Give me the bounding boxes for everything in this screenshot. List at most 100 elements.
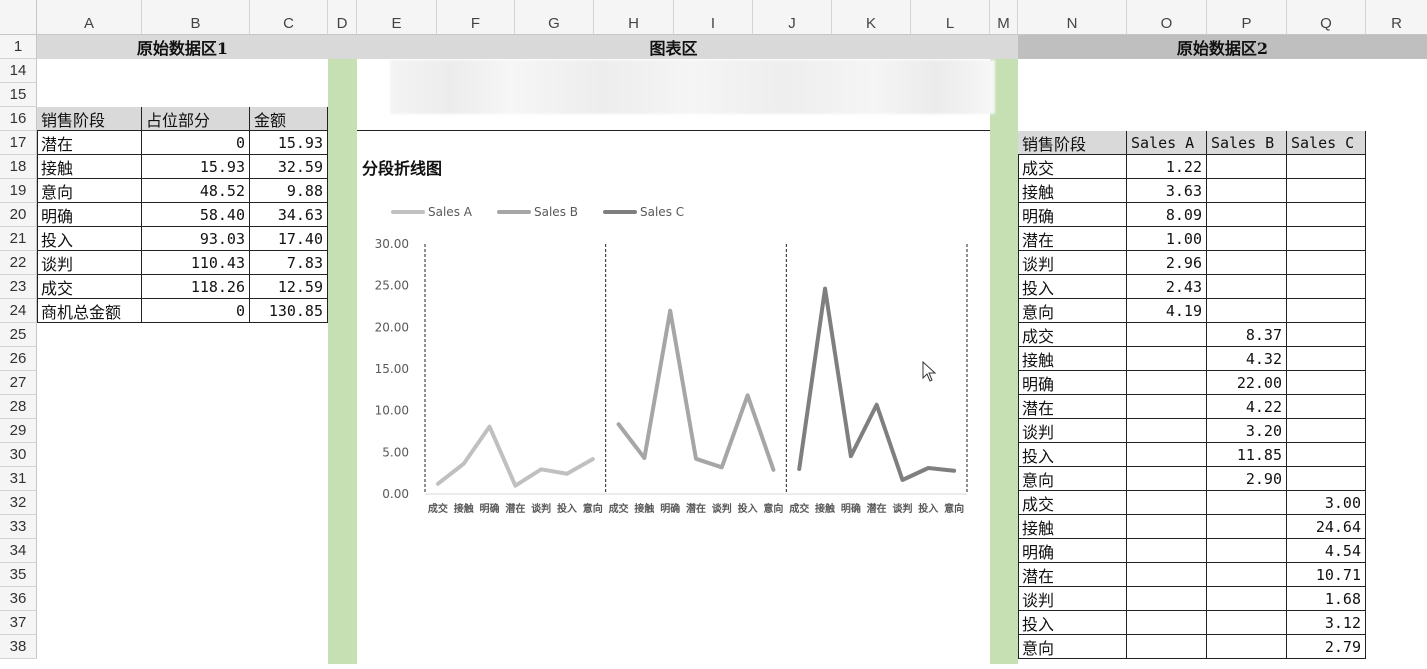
column-header-l[interactable]: L (911, 0, 990, 35)
table-2-cell[interactable] (1127, 323, 1207, 347)
table-2-cell[interactable] (1207, 491, 1287, 515)
table-2-cell[interactable] (1207, 299, 1287, 323)
table-2-cell[interactable] (1207, 227, 1287, 251)
table-2-cell[interactable]: 意向 (1018, 635, 1127, 659)
table-2-cell[interactable] (1207, 635, 1287, 659)
column-header-d[interactable]: D (328, 0, 357, 35)
table-2-cell[interactable]: 4.32 (1207, 347, 1287, 371)
table-2-cell[interactable]: 11.85 (1207, 443, 1287, 467)
table-1-cell[interactable]: 7.83 (250, 251, 328, 275)
row-header-21[interactable]: 21 (0, 227, 37, 251)
row-header-31[interactable]: 31 (0, 467, 37, 491)
table-1-header-cell[interactable]: 金额 (250, 107, 328, 131)
table-1-cell[interactable]: 118.26 (142, 275, 250, 299)
column-header-j[interactable]: J (753, 0, 832, 35)
row-header-22[interactable]: 22 (0, 251, 37, 275)
column-header-o[interactable]: O (1127, 0, 1207, 35)
table-2-cell[interactable]: 谈判 (1018, 251, 1127, 275)
row-header-19[interactable]: 19 (0, 179, 37, 203)
table-2-cell[interactable]: 4.22 (1207, 395, 1287, 419)
row-header-37[interactable]: 37 (0, 611, 37, 635)
table-1-cell[interactable]: 意向 (37, 179, 142, 203)
table-2-cell[interactable] (1127, 635, 1207, 659)
table-2-cell[interactable]: 8.37 (1207, 323, 1287, 347)
table-2-cell[interactable] (1287, 323, 1366, 347)
column-header-q[interactable]: Q (1287, 0, 1366, 35)
table-2-cell[interactable] (1127, 467, 1207, 491)
table-2-cell[interactable] (1127, 611, 1207, 635)
table-2-cell[interactable] (1287, 299, 1366, 323)
row-header-35[interactable]: 35 (0, 563, 37, 587)
table-1-cell[interactable]: 130.85 (250, 299, 328, 323)
table-1-cell[interactable]: 0 (142, 131, 250, 155)
row-header-25[interactable]: 25 (0, 323, 37, 347)
table-2-cell[interactable] (1127, 491, 1207, 515)
table-2-cell[interactable] (1287, 347, 1366, 371)
table-1-cell[interactable]: 潜在 (37, 131, 142, 155)
table-2-cell[interactable] (1287, 443, 1366, 467)
table-1-cell[interactable]: 32.59 (250, 155, 328, 179)
table-2-cell[interactable] (1127, 563, 1207, 587)
table-1-cell[interactable]: 58.40 (142, 203, 250, 227)
table-2-cell[interactable] (1207, 179, 1287, 203)
table-2-cell[interactable]: 投入 (1018, 275, 1127, 299)
table-2-cell[interactable]: 2.79 (1287, 635, 1366, 659)
column-header-r[interactable]: R (1366, 0, 1427, 35)
table-2-cell[interactable]: 潜在 (1018, 227, 1127, 251)
table-1-cell[interactable]: 0 (142, 299, 250, 323)
row-header-36[interactable]: 36 (0, 587, 37, 611)
table-2-cell[interactable] (1127, 347, 1207, 371)
row-header-26[interactable]: 26 (0, 347, 37, 371)
table-2-cell[interactable] (1207, 275, 1287, 299)
table-2-cell[interactable] (1287, 155, 1366, 179)
table-2-cell[interactable]: 意向 (1018, 299, 1127, 323)
column-header-k[interactable]: K (832, 0, 911, 35)
table-2-cell[interactable] (1127, 587, 1207, 611)
table-2-cell[interactable] (1207, 203, 1287, 227)
table-2-cell[interactable]: 10.71 (1287, 563, 1366, 587)
table-2-cell[interactable] (1207, 539, 1287, 563)
table-2-cell[interactable] (1287, 227, 1366, 251)
row-header-18[interactable]: 18 (0, 155, 37, 179)
table-1-cell[interactable]: 12.59 (250, 275, 328, 299)
row-header-17[interactable]: 17 (0, 131, 37, 155)
table-1-cell[interactable]: 110.43 (142, 251, 250, 275)
table-2-cell[interactable] (1127, 443, 1207, 467)
table-2-cell[interactable]: 1.00 (1127, 227, 1207, 251)
table-1-cell[interactable]: 接触 (37, 155, 142, 179)
table-2-cell[interactable]: 3.12 (1287, 611, 1366, 635)
row-header-15[interactable]: 15 (0, 83, 37, 107)
table-2-cell[interactable]: 成交 (1018, 323, 1127, 347)
table-2-cell[interactable]: 谈判 (1018, 587, 1127, 611)
table-2-cell[interactable] (1127, 419, 1207, 443)
column-header-c[interactable]: C (250, 0, 328, 35)
table-1-header-cell[interactable]: 销售阶段 (37, 107, 142, 131)
row-header-24[interactable]: 24 (0, 299, 37, 323)
table-2-cell[interactable]: 3.00 (1287, 491, 1366, 515)
row-header-14[interactable]: 14 (0, 59, 37, 83)
table-2-cell[interactable] (1287, 275, 1366, 299)
table-1-cell[interactable]: 34.63 (250, 203, 328, 227)
select-all-corner[interactable] (0, 0, 37, 35)
row-header-28[interactable]: 28 (0, 395, 37, 419)
table-2-cell[interactable] (1127, 395, 1207, 419)
table-2-cell[interactable]: 接触 (1018, 179, 1127, 203)
table-2-cell[interactable] (1207, 611, 1287, 635)
chart-object[interactable]: 分段折线图 Sales A Sales B Sales C 0.00 5.00 10.00 1… (357, 130, 990, 664)
column-header-h[interactable]: H (594, 0, 674, 35)
table-2-cell[interactable] (1207, 515, 1287, 539)
table-2-cell[interactable] (1207, 155, 1287, 179)
table-2-cell[interactable]: 4.54 (1287, 539, 1366, 563)
row-header-30[interactable]: 30 (0, 443, 37, 467)
column-header-g[interactable]: G (515, 0, 594, 35)
row-header-23[interactable]: 23 (0, 275, 37, 299)
column-header-m[interactable]: M (990, 0, 1018, 35)
table-2-cell[interactable]: 22.00 (1207, 371, 1287, 395)
table-2-cell[interactable]: 1.22 (1127, 155, 1207, 179)
table-1-header-cell[interactable]: 占位部分 (142, 107, 250, 131)
table-2-cell[interactable] (1287, 395, 1366, 419)
table-2-cell[interactable] (1287, 203, 1366, 227)
table-2-cell[interactable]: 成交 (1018, 155, 1127, 179)
table-1-cell[interactable]: 48.52 (142, 179, 250, 203)
row-header-38[interactable]: 38 (0, 635, 37, 659)
